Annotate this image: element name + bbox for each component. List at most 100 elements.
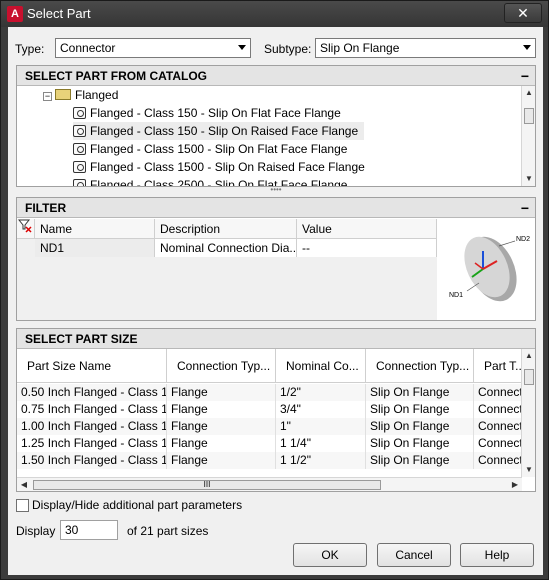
part-size-panel: SELECT PART SIZE Part Size Name Connecti… [16,328,536,492]
cancel-button[interactable]: Cancel [377,543,451,567]
part-fitting-icon [73,125,86,137]
panel-splitter[interactable]: •••• [16,186,536,195]
tree-item-label: Flanged - Class 2500 - Slip On Flat Face… [90,178,348,186]
part-fitting-icon [73,107,86,119]
size-vscroll[interactable]: ▲ ▼ [521,349,535,477]
tree-item[interactable]: Flanged - Class 2500 - Slip On Flat Face… [73,176,347,186]
size-cell-conn-type-1: Flange [167,435,276,452]
flange-preview-image: ND2 ND1 [449,236,530,302]
tree-item[interactable]: Flanged - Class 1500 - Slip On Flat Face… [73,140,347,158]
size-col-conn-type-1[interactable]: Connection Typ... [167,349,276,382]
size-cell-nominal: 1 1/2" [276,452,366,469]
display-hide-checkbox[interactable] [16,499,29,512]
size-row[interactable]: 0.50 Inch Flanged - Class 1... Flange 1/2"… [17,384,522,401]
size-col-nominal[interactable]: Nominal Co... [276,349,366,382]
catalog-header[interactable]: SELECT PART FROM CATALOG − [17,66,535,86]
filter-title: FILTER [25,201,67,215]
help-button[interactable]: Help [460,543,534,567]
filter-row-value[interactable]: -- [297,239,437,257]
size-cell-nominal: 3/4" [276,401,366,418]
chevron-down-icon [523,45,531,50]
preview-nd1-label: ND1 [449,292,463,299]
filter-row[interactable]: ND1 Nominal Connection Dia... -- [35,239,437,257]
preview-nd2-label: ND2 [516,236,530,243]
size-cell-nominal: 1 1/4" [276,435,366,452]
scroll-up-icon[interactable]: ▲ [522,349,536,363]
size-row[interactable]: 0.75 Inch Flanged - Class 1... Flange 3/4"… [17,401,522,418]
tree-folder-flanged[interactable]: − Flanged [43,86,118,104]
size-row[interactable]: 1.00 Inch Flanged - Class 1... Flange 1" Sl… [17,418,522,435]
size-cell-conn-type-1: Flange [167,418,276,435]
scroll-left-icon[interactable]: ◀ [17,478,31,492]
filter-col-description[interactable]: Description [155,219,297,238]
type-dropdown[interactable]: Connector [55,38,251,58]
catalog-tree: − Flanged Flanged - Class 150 - Slip On F… [17,86,522,186]
tree-item[interactable]: Flanged - Class 150 - Slip On Flat Face … [73,104,341,122]
size-cell-name: 0.50 Inch Flanged - Class 1... [17,384,167,401]
tree-item-label: Flanged - Class 1500 - Slip On Flat Face… [90,142,348,156]
autocad-a-icon: A [7,6,23,22]
size-cell-name: 1.00 Inch Flanged - Class 1... [17,418,167,435]
subtype-dropdown[interactable]: Slip On Flange [315,38,536,58]
size-cell-part-type: Connect [474,384,522,401]
tree-item-label: Flanged - Class 150 - Slip On Flat Face … [90,106,341,120]
size-cell-name: 1.50 Inch Flanged - Class 1... [17,452,167,469]
size-cell-part-type: Connect [474,435,522,452]
catalog-panel: SELECT PART FROM CATALOG − − Flanged Flan… [16,65,536,187]
size-cell-name: 0.75 Inch Flanged - Class 1... [17,401,167,418]
tree-folder-label: Flanged [75,88,119,102]
size-cell-conn-type-2: Slip On Flange [366,384,474,401]
filter-clear-icon[interactable] [17,219,35,238]
catalog-vscroll[interactable]: ▲ ▼ [521,86,535,186]
window-title: Select Part [27,6,91,21]
size-col-part-type[interactable]: Part T... [474,349,522,382]
type-label: Type: [15,42,45,56]
filter-grid-header: Name Description Value [17,219,437,239]
tree-item[interactable]: Flanged - Class 1500 - Slip On Raised Fa… [73,158,365,176]
display-count-input[interactable]: 30 [60,520,118,540]
tree-item-label: Flanged - Class 150 - Slip On Raised Fac… [90,124,359,138]
collapse-icon[interactable]: − [521,66,529,86]
subtype-value: Slip On Flange [320,41,400,55]
scroll-thumb[interactable]: III [33,480,381,490]
ok-button[interactable]: OK [293,543,367,567]
scroll-thumb[interactable] [524,108,534,124]
scroll-down-icon[interactable]: ▼ [522,463,536,477]
scroll-down-icon[interactable]: ▼ [522,172,536,186]
size-cell-part-type: Connect [474,452,522,469]
size-col-conn-type-2[interactable]: Connection Typ... [366,349,474,382]
close-button[interactable]: ✕ [504,3,542,23]
part-size-header: SELECT PART SIZE [17,329,535,349]
chevron-down-icon [238,45,246,50]
size-cell-conn-type-1: Flange [167,384,276,401]
tree-collapse-icon[interactable]: − [43,92,52,101]
display-hide-label[interactable]: Display/Hide additional part parameters [32,498,242,512]
size-hscroll[interactable]: ◀ III ▶ [17,477,522,491]
size-row[interactable]: 1.50 Inch Flanged - Class 1... Flange 1 1/… [17,452,522,469]
scroll-right-icon[interactable]: ▶ [508,478,522,492]
size-col-name[interactable]: Part Size Name [17,349,167,382]
filter-col-name[interactable]: Name [35,219,155,238]
filter-col-value[interactable]: Value [297,219,437,238]
size-row[interactable]: 1.25 Inch Flanged - Class 1... Flange 1 1/… [17,435,522,452]
size-cell-conn-type-2: Slip On Flange [366,452,474,469]
scroll-thumb[interactable] [524,369,534,385]
tree-item-label: Flanged - Class 1500 - Slip On Raised Fa… [90,160,365,174]
size-cell-conn-type-2: Slip On Flange [366,401,474,418]
scroll-up-icon[interactable]: ▲ [522,86,536,100]
size-cell-conn-type-2: Slip On Flange [366,435,474,452]
title-bar[interactable]: A Select Part ✕ [1,1,548,27]
tree-item-selected[interactable]: Flanged - Class 150 - Slip On Raised Fac… [73,122,365,140]
part-preview: ND2 ND1 [437,219,535,320]
display-label: Display [16,524,56,538]
size-cell-conn-type-1: Flange [167,401,276,418]
part-fitting-icon [73,179,86,186]
filter-header[interactable]: FILTER − [17,198,535,218]
size-grid-header: Part Size Name Connection Typ... Nominal… [17,349,522,383]
part-fitting-icon [73,143,86,155]
collapse-icon[interactable]: − [521,198,529,218]
size-cell-nominal: 1" [276,418,366,435]
size-cell-part-type: Connect [474,418,522,435]
size-cell-conn-type-2: Slip On Flange [366,418,474,435]
type-value: Connector [60,41,116,55]
